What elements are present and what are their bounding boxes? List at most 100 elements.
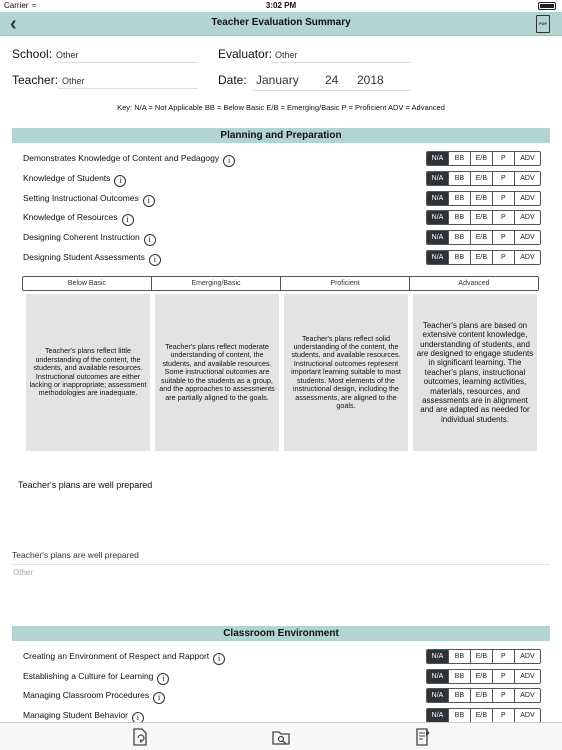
other-comment-input[interactable]: Other [13, 568, 33, 577]
evaluator-field[interactable]: Other [275, 50, 298, 60]
rating-option-bb[interactable]: BB [449, 211, 471, 224]
rating-option-na[interactable]: N/A [427, 192, 449, 205]
comment-text[interactable]: Teacher's plans are well prepared [18, 480, 152, 490]
rating-option-bb[interactable]: BB [449, 192, 471, 205]
rubric-tab-advanced[interactable]: Advanced [410, 277, 538, 290]
info-icon[interactable]: i [121, 214, 134, 226]
rating-option-p[interactable]: P [493, 192, 515, 205]
rubric-tab-proficient[interactable]: Proficient [281, 277, 410, 290]
rating-selector[interactable]: N/A BB E/B P ADV [426, 688, 541, 703]
rating-option-adv[interactable]: ADV [515, 709, 540, 722]
document-edit-icon[interactable] [414, 728, 432, 746]
rating-option-p[interactable]: P [493, 650, 515, 663]
rating-option-eb[interactable]: E/B [471, 709, 493, 722]
rating-option-bb[interactable]: BB [449, 152, 471, 165]
rating-option-na[interactable]: N/A [427, 152, 449, 165]
criteria-row: Managing Classroom Procedures i N/A BB E/… [23, 687, 543, 705]
rating-option-bb[interactable]: BB [449, 650, 471, 663]
info-icon[interactable]: i [142, 195, 155, 207]
rating-option-p[interactable]: P [493, 211, 515, 224]
school-label: School: [12, 47, 53, 61]
nav-bar: ‹ Teacher Evaluation Summary PDF [0, 12, 562, 36]
rating-option-eb[interactable]: E/B [471, 689, 493, 702]
rating-option-p[interactable]: P [493, 231, 515, 244]
rating-selector[interactable]: N/A BB E/B P ADV [426, 230, 541, 245]
rating-option-na[interactable]: N/A [427, 709, 449, 722]
rating-option-na[interactable]: N/A [427, 670, 449, 683]
info-icon[interactable]: i [153, 692, 166, 704]
rating-option-p[interactable]: P [493, 152, 515, 165]
comment-divider [12, 564, 550, 565]
rubric-text: Teacher's plans are based on extensive c… [416, 320, 534, 424]
info-icon[interactable]: i [213, 653, 226, 665]
rating-option-na[interactable]: N/A [427, 689, 449, 702]
rating-option-p[interactable]: P [493, 670, 515, 683]
rating-option-p[interactable]: P [493, 709, 515, 722]
rating-selector[interactable]: N/A BB E/B P ADV [426, 210, 541, 225]
rating-option-eb[interactable]: E/B [471, 251, 493, 264]
rating-option-p[interactable]: P [493, 689, 515, 702]
rubric-tab-emerging-basic[interactable]: Emerging/Basic [152, 277, 281, 290]
rating-selector[interactable]: N/A BB E/B P ADV [426, 151, 541, 166]
date-day-picker[interactable]: 24 [325, 73, 338, 87]
rating-option-eb[interactable]: E/B [471, 152, 493, 165]
info-icon[interactable]: i [223, 155, 236, 167]
criteria-row: Designing Coherent Instruction i N/A BB E… [23, 229, 543, 247]
info-icon[interactable]: i [148, 254, 161, 266]
criteria-label: Knowledge of Students [23, 173, 111, 183]
rating-selector[interactable]: N/A BB E/B P ADV [426, 708, 541, 723]
info-icon[interactable]: i [157, 673, 170, 685]
rating-option-bb[interactable]: BB [449, 251, 471, 264]
rating-option-adv[interactable]: ADV [515, 670, 540, 683]
rating-option-bb[interactable]: BB [449, 670, 471, 683]
folder-search-icon[interactable] [272, 728, 290, 746]
rating-option-eb[interactable]: E/B [471, 192, 493, 205]
section-header-planning: Planning and Preparation [12, 128, 550, 143]
rating-option-na[interactable]: N/A [427, 251, 449, 264]
rating-option-eb[interactable]: E/B [471, 172, 493, 185]
rating-option-adv[interactable]: ADV [515, 172, 540, 185]
rating-option-p[interactable]: P [493, 251, 515, 264]
rating-option-eb[interactable]: E/B [471, 231, 493, 244]
rating-selector[interactable]: N/A BB E/B P ADV [426, 669, 541, 684]
rating-option-adv[interactable]: ADV [515, 192, 540, 205]
rating-selector[interactable]: N/A BB E/B P ADV [426, 649, 541, 664]
rating-selector[interactable]: N/A BB E/B P ADV [426, 191, 541, 206]
rating-option-na[interactable]: N/A [427, 172, 449, 185]
teacher-field[interactable]: Other [62, 76, 85, 86]
school-field[interactable]: Other [56, 50, 79, 60]
rating-option-adv[interactable]: ADV [515, 231, 540, 244]
rubric-description-emerging-basic: Teacher's plans reflect moderate underst… [155, 294, 279, 451]
rubric-tab-below-basic[interactable]: Below Basic [23, 277, 152, 290]
rating-option-adv[interactable]: ADV [515, 689, 540, 702]
rating-option-bb[interactable]: BB [449, 709, 471, 722]
rating-option-adv[interactable]: ADV [515, 650, 540, 663]
rating-option-na[interactable]: N/A [427, 231, 449, 244]
rating-option-adv[interactable]: ADV [515, 211, 540, 224]
rating-option-adv[interactable]: ADV [515, 251, 540, 264]
rating-option-eb[interactable]: E/B [471, 650, 493, 663]
rating-option-bb[interactable]: BB [449, 689, 471, 702]
info-icon[interactable]: i [114, 175, 127, 187]
date-label: Date: [218, 73, 247, 87]
rating-option-na[interactable]: N/A [427, 650, 449, 663]
date-year-picker[interactable]: 2018 [357, 73, 384, 87]
rating-option-eb[interactable]: E/B [471, 211, 493, 224]
rating-option-bb[interactable]: BB [449, 172, 471, 185]
rubric-level-selector[interactable]: Below Basic Emerging/Basic Proficient Ad… [22, 276, 539, 291]
criteria-label: Knowledge of Resources [23, 212, 118, 222]
rating-selector[interactable]: N/A BB E/B P ADV [426, 171, 541, 186]
criteria-row: Knowledge of Students i N/A BB E/B P ADV [23, 170, 543, 188]
rating-option-p[interactable]: P [493, 172, 515, 185]
rating-option-adv[interactable]: ADV [515, 152, 540, 165]
school-field-underline [54, 62, 198, 63]
rating-option-bb[interactable]: BB [449, 231, 471, 244]
rating-option-na[interactable]: N/A [427, 211, 449, 224]
pdf-export-icon[interactable]: PDF [536, 15, 550, 33]
rating-option-eb[interactable]: E/B [471, 670, 493, 683]
date-month-picker[interactable]: January [256, 73, 299, 87]
criteria-label: Creating an Environment of Respect and R… [23, 651, 210, 661]
rating-selector[interactable]: N/A BB E/B P ADV [426, 250, 541, 265]
info-icon[interactable]: i [143, 234, 156, 246]
document-sync-icon[interactable] [131, 728, 149, 746]
